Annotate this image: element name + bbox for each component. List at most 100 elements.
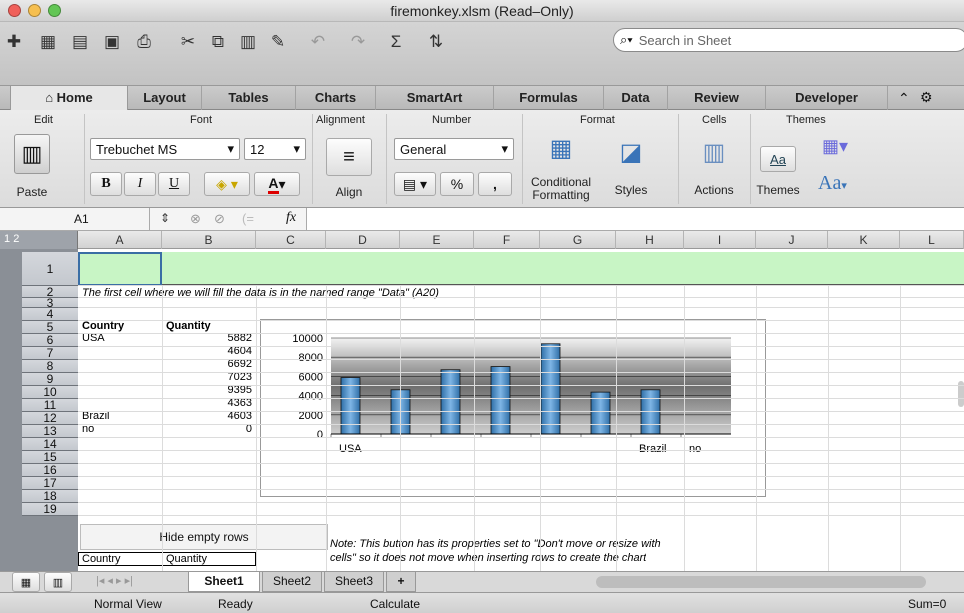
divider	[678, 114, 679, 204]
tab-review[interactable]: Review	[668, 86, 766, 110]
theme-colors-icon[interactable]: ▦▾	[822, 136, 848, 157]
open-icon[interactable]: ▤	[68, 30, 92, 54]
column-header-g[interactable]: G	[540, 231, 616, 249]
gridline	[756, 286, 757, 571]
selected-cell-a1[interactable]	[78, 252, 162, 286]
sort-icon[interactable]: ⇅	[424, 30, 448, 54]
y-tick-label: 0	[317, 429, 323, 441]
theme-fonts-button[interactable]: Aa▾	[818, 172, 847, 195]
themes-button-label[interactable]: Themes	[752, 184, 804, 196]
column-header-i[interactable]: I	[684, 231, 756, 249]
actions-button-label[interactable]: Actions	[686, 184, 742, 196]
tab-layout[interactable]: Layout	[128, 86, 202, 110]
row-header-1[interactable]: 1	[22, 252, 78, 286]
name-box[interactable]: A1	[0, 208, 150, 230]
gallery-icon[interactable]: ▦	[36, 30, 60, 54]
group-cells-label: Cells	[702, 114, 727, 126]
outline-level-2[interactable]: 2	[13, 233, 19, 245]
cancel-icon[interactable]: ⊗	[190, 211, 201, 227]
add-sheet-button[interactable]: +	[386, 572, 416, 592]
autosum-icon[interactable]: Σ	[384, 30, 408, 54]
underline-button[interactable]: U	[158, 172, 190, 196]
paste-icon[interactable]: ▥	[236, 30, 260, 54]
hide-empty-rows-button[interactable]: Hide empty rows	[80, 524, 328, 550]
cell-a4[interactable]: Country	[82, 320, 124, 332]
collapse-ribbon-icon[interactable]: ⌃	[898, 90, 910, 107]
cell-a19[interactable]: Country	[82, 553, 121, 565]
new-icon[interactable]: ✚	[2, 30, 26, 54]
styles-button-label[interactable]: Styles	[606, 184, 656, 196]
sheet-tab-sheet1[interactable]: Sheet1	[188, 572, 260, 592]
undo-icon[interactable]: ↶	[306, 30, 330, 54]
cell-b19[interactable]: Quantity	[166, 553, 207, 565]
column-header-j[interactable]: J	[756, 231, 828, 249]
sheet-tab-sheet2[interactable]: Sheet2	[262, 572, 322, 592]
y-tick-label: 4000	[299, 391, 323, 403]
paste-clipboard-icon[interactable]: ▥	[14, 134, 50, 174]
redo-icon[interactable]: ↷	[346, 30, 370, 54]
formula-builder-icon[interactable]: (=	[242, 211, 254, 226]
align-button-label[interactable]: Align	[326, 186, 372, 198]
font-size-select[interactable]: 12 ▾	[244, 138, 306, 160]
percent-button[interactable]: %	[440, 172, 474, 196]
tab-formulas[interactable]: Formulas	[494, 86, 604, 110]
column-header-c[interactable]: C	[256, 231, 326, 249]
save-icon[interactable]: ▣	[100, 30, 124, 54]
bold-button[interactable]: B	[90, 172, 122, 196]
tab-charts[interactable]: Charts	[296, 86, 376, 110]
corner-select-all[interactable]: 1 2	[0, 231, 78, 249]
font-name-select[interactable]: Trebuchet MS ▾	[90, 138, 240, 160]
search-input[interactable]: ⌕▾ Search in Sheet	[613, 28, 964, 52]
currency-format-button[interactable]: ▤ ▾	[394, 172, 436, 196]
column-header-b[interactable]: B	[162, 231, 256, 249]
themes-swatch-icon[interactable]: Aa	[760, 146, 796, 172]
italic-button[interactable]: I	[124, 172, 156, 196]
tab-data[interactable]: Data	[604, 86, 668, 110]
cell-b4[interactable]: Quantity	[166, 320, 211, 332]
print-icon[interactable]: ⎙	[132, 30, 156, 54]
column-header-a[interactable]: A	[78, 231, 162, 249]
sheet-tab-sheet3[interactable]: Sheet3	[324, 572, 384, 592]
copy-icon[interactable]: ⧉	[206, 30, 230, 54]
font-color-button[interactable]: A ▾	[254, 172, 300, 196]
tab-smartart[interactable]: SmartArt	[376, 86, 494, 110]
align-icon[interactable]: ≡	[326, 138, 372, 176]
insert-function-icon[interactable]: fx	[286, 210, 296, 226]
column-header-e[interactable]: E	[400, 231, 474, 249]
outline-level-1[interactable]: 1	[4, 233, 10, 245]
column-header-d[interactable]: D	[326, 231, 400, 249]
column-header-h[interactable]: H	[616, 231, 684, 249]
sheet-navigation-icon[interactable]: |◂ ◂ ▸ ▸|	[96, 574, 133, 587]
gridline	[828, 286, 829, 571]
status-sum[interactable]: Sum=0	[908, 597, 946, 611]
sheet-tab-bar: ▦ ▥ |◂ ◂ ▸ ▸| Sheet1 Sheet2 Sheet3 +	[0, 571, 964, 592]
fill-color-button[interactable]: ◈ ▾	[204, 172, 250, 196]
comma-style-button[interactable]: ,	[478, 172, 512, 196]
normal-view-icon[interactable]: ▦	[12, 572, 40, 592]
paste-button-label[interactable]: Paste	[14, 186, 50, 198]
tab-developer[interactable]: Developer	[766, 86, 888, 110]
name-box-stepper-icon[interactable]: ⇕	[160, 211, 170, 225]
cut-icon[interactable]: ✂	[176, 30, 200, 54]
row-header-19[interactable]: 19	[22, 503, 78, 516]
formula-input[interactable]	[306, 208, 964, 230]
column-headers: 1 2 A B C D E F G H I J K L	[0, 231, 964, 249]
column-header-f[interactable]: F	[474, 231, 540, 249]
tab-home[interactable]: ⌂ Home	[10, 86, 128, 110]
number-format-select[interactable]: General ▾	[394, 138, 514, 160]
theme-fonts-label: Aa	[818, 172, 842, 194]
confirm-icon[interactable]: ⊘	[214, 211, 225, 227]
conditional-formatting-label[interactable]: Conditional	[524, 176, 598, 188]
cell-actions-icon[interactable]: ▥	[690, 138, 738, 172]
tab-tables[interactable]: Tables	[202, 86, 296, 110]
gear-icon[interactable]: ⚙	[920, 89, 933, 106]
column-header-l[interactable]: L	[900, 231, 964, 249]
column-header-k[interactable]: K	[828, 231, 900, 249]
horizontal-scrollbar[interactable]	[596, 576, 926, 588]
format-painter-icon[interactable]: ✎	[266, 30, 290, 54]
conditional-formatting-icon[interactable]: ▦	[536, 134, 586, 168]
font-name-value: Trebuchet MS	[96, 141, 178, 157]
page-layout-view-icon[interactable]: ▥	[44, 572, 72, 592]
styles-icon[interactable]: ◪	[606, 138, 656, 172]
worksheet-grid[interactable]: 1 2 A B C D E F G H I J K L The first ce…	[0, 231, 964, 571]
